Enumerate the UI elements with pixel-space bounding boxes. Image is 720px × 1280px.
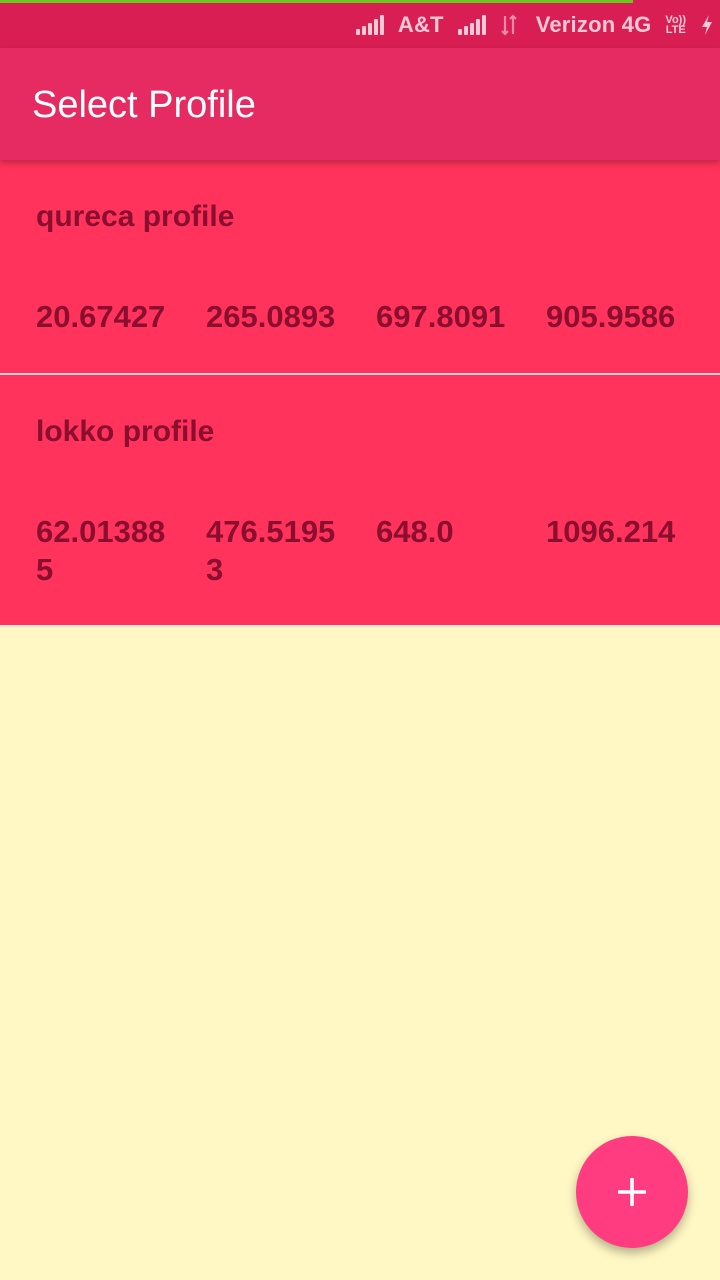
- volte-icon: Vo)) LTE: [665, 15, 686, 36]
- charging-bolt-icon: [702, 15, 712, 35]
- profile-values: 20.67427 265.0893 697.8091 905.9586: [36, 298, 716, 336]
- data-arrows-icon: [500, 14, 517, 36]
- profile-card-lokko[interactable]: lokko profile 62.013885 476.51953 648.0 …: [0, 375, 720, 627]
- profile-value: 265.0893: [206, 299, 336, 334]
- profile-card-qureca[interactable]: qureca profile 20.67427 265.0893 697.809…: [0, 160, 720, 375]
- profile-name: qureca profile: [36, 200, 235, 233]
- status-bar: A&T Verizon 4G Vo)) LTE: [0, 0, 720, 48]
- profile-value: 476.51953: [206, 514, 336, 587]
- profile-value: 697.8091: [376, 299, 506, 334]
- carrier-2-label: Verizon 4G: [535, 12, 652, 37]
- app-bar: Select Profile: [0, 48, 720, 160]
- carrier-1-label: A&T: [397, 12, 444, 37]
- volte-bottom-label: LTE: [665, 24, 686, 36]
- status-icons: A&T Verizon 4G Vo)) LTE: [355, 10, 714, 40]
- profile-value: 62.013885: [36, 514, 166, 587]
- profile-value: 20.67427: [36, 299, 166, 334]
- profile-list: qureca profile 20.67427 265.0893 697.809…: [0, 160, 720, 627]
- profile-name: lokko profile: [36, 415, 215, 448]
- plus-icon: [618, 1178, 646, 1206]
- signal-bars-icon: [457, 15, 488, 35]
- signal-bars-icon: [355, 15, 386, 35]
- page-title: Select Profile: [32, 84, 256, 126]
- profile-value: 1096.214: [546, 514, 676, 549]
- loading-progress-line: [0, 0, 633, 3]
- profile-value: 648.0: [376, 514, 454, 549]
- profile-value: 905.9586: [546, 299, 676, 334]
- profile-values: 62.013885 476.51953 648.0 1096.214: [36, 513, 716, 589]
- add-profile-button[interactable]: [576, 1136, 688, 1248]
